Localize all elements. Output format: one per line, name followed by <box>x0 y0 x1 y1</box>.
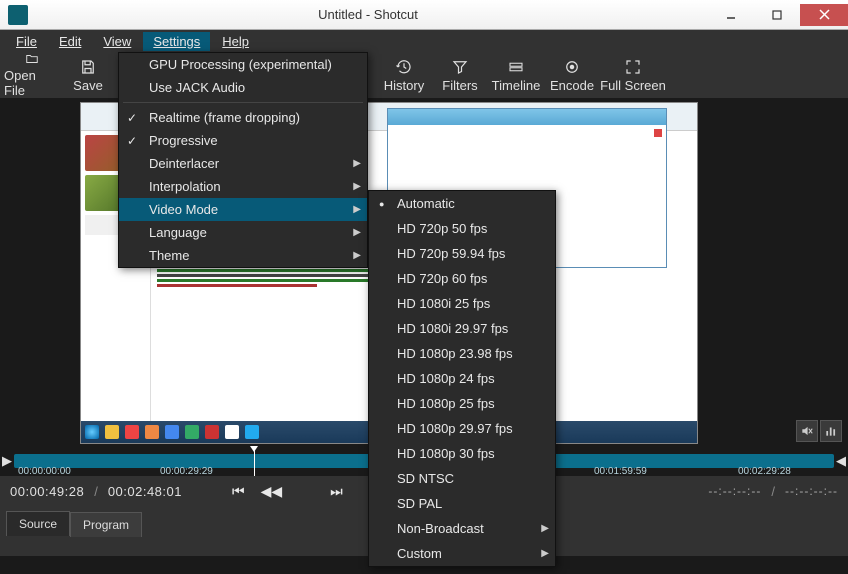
menu-bar: File Edit View Settings Help <box>0 30 848 52</box>
timecode-1: 00:00:29:29 <box>160 466 213 477</box>
tab-source[interactable]: Source <box>6 511 70 536</box>
vm-hd1080p2398[interactable]: HD 1080p 23.98 fps <box>369 341 555 366</box>
menu-file[interactable]: File <box>6 32 47 51</box>
minimize-button[interactable] <box>708 4 754 26</box>
vm-sdpal[interactable]: SD PAL <box>369 491 555 516</box>
levels-button[interactable] <box>820 420 842 442</box>
submenu-arrow-icon: ▶ <box>541 523 549 534</box>
menu-jack-audio[interactable]: Use JACK Audio <box>119 76 367 99</box>
submenu-arrow-icon: ▶ <box>541 548 549 559</box>
video-mode-submenu: ●Automatic HD 720p 50 fps HD 720p 59.94 … <box>368 190 556 567</box>
vm-hd1080p30[interactable]: HD 1080p 30 fps <box>369 441 555 466</box>
timecode-3: 00:02:29:28 <box>738 466 791 477</box>
title-bar: Untitled - Shotcut <box>0 0 848 30</box>
tab-program[interactable]: Program <box>70 512 142 537</box>
vm-sdntsc[interactable]: SD NTSC <box>369 466 555 491</box>
skip-end-button[interactable]: ⏭ <box>330 483 343 500</box>
timecode-2: 00:01:59:59 <box>594 466 647 477</box>
vm-hd1080p2997[interactable]: HD 1080p 29.97 fps <box>369 416 555 441</box>
submenu-arrow-icon: ▶ <box>353 250 361 261</box>
maximize-button[interactable] <box>754 4 800 26</box>
check-icon: ✓ <box>127 111 137 125</box>
menu-help[interactable]: Help <box>212 32 259 51</box>
vm-hd1080i2997[interactable]: HD 1080i 29.97 fps <box>369 316 555 341</box>
current-time: 00:00:49:28 <box>10 484 84 499</box>
time-separator: / <box>94 484 98 499</box>
history-button[interactable]: History <box>376 52 432 98</box>
mute-button[interactable] <box>796 420 818 442</box>
close-button[interactable] <box>800 4 848 26</box>
rewind-button[interactable]: ◀◀ <box>261 483 283 500</box>
submenu-arrow-icon: ▶ <box>353 158 361 169</box>
app-icon <box>8 5 28 25</box>
filters-label: Filters <box>442 78 477 93</box>
menu-theme[interactable]: Theme▶ <box>119 244 367 267</box>
timeline-scroll-left[interactable]: ▶ <box>2 452 12 470</box>
menu-settings[interactable]: Settings <box>143 32 210 51</box>
menu-view[interactable]: View <box>93 32 141 51</box>
menu-interpolation[interactable]: Interpolation▶ <box>119 175 367 198</box>
save-button[interactable]: Save <box>60 52 116 98</box>
submenu-arrow-icon: ▶ <box>353 227 361 238</box>
full-screen-button[interactable]: Full Screen <box>600 52 666 98</box>
submenu-arrow-icon: ▶ <box>353 181 361 192</box>
skip-start-button[interactable]: ⏮ <box>232 483 245 500</box>
timeline-scroll-right[interactable]: ◀ <box>836 452 846 470</box>
vm-automatic[interactable]: ●Automatic <box>369 191 555 216</box>
total-time: 00:02:48:01 <box>108 484 182 499</box>
menu-progressive[interactable]: ✓Progressive <box>119 129 367 152</box>
encode-label: Encode <box>550 78 594 93</box>
timeline-label: Timeline <box>492 78 541 93</box>
open-file-button[interactable]: Open File <box>4 52 60 98</box>
radio-selected-icon: ● <box>379 199 384 209</box>
window-controls <box>708 4 848 26</box>
encode-button[interactable]: Encode <box>544 52 600 98</box>
timeline-button[interactable]: Timeline <box>488 52 544 98</box>
viewport-controls <box>796 420 842 442</box>
check-icon: ✓ <box>127 134 137 148</box>
playback-controls: ⏮ ◀◀ ⏭ <box>232 483 343 500</box>
menu-gpu-processing[interactable]: GPU Processing (experimental) <box>119 53 367 76</box>
save-label: Save <box>73 78 103 93</box>
vm-hd720p60[interactable]: HD 720p 60 fps <box>369 266 555 291</box>
menu-edit[interactable]: Edit <box>49 32 91 51</box>
vm-hd1080p24[interactable]: HD 1080p 24 fps <box>369 366 555 391</box>
vm-hd720p5994[interactable]: HD 720p 59.94 fps <box>369 241 555 266</box>
window-title: Untitled - Shotcut <box>28 7 708 22</box>
out-point: --:--:--:-- <box>785 484 838 498</box>
settings-menu: GPU Processing (experimental) Use JACK A… <box>118 52 368 268</box>
submenu-arrow-icon: ▶ <box>353 204 361 215</box>
filters-button[interactable]: Filters <box>432 52 488 98</box>
vm-hd1080i25[interactable]: HD 1080i 25 fps <box>369 291 555 316</box>
vm-nonbroadcast[interactable]: Non-Broadcast▶ <box>369 516 555 541</box>
history-label: History <box>384 78 424 93</box>
timecode-0: 00:00:00:00 <box>18 466 71 477</box>
menu-language[interactable]: Language▶ <box>119 221 367 244</box>
vm-custom[interactable]: Custom▶ <box>369 541 555 566</box>
playhead[interactable] <box>254 448 255 476</box>
open-file-label: Open File <box>4 68 60 98</box>
vm-hd1080p25[interactable]: HD 1080p 25 fps <box>369 391 555 416</box>
menu-deinterlacer[interactable]: Deinterlacer▶ <box>119 152 367 175</box>
menu-video-mode[interactable]: Video Mode▶ <box>119 198 367 221</box>
vm-hd720p50[interactable]: HD 720p 50 fps <box>369 216 555 241</box>
menu-realtime[interactable]: ✓Realtime (frame dropping) <box>119 106 367 129</box>
full-screen-label: Full Screen <box>600 78 666 93</box>
in-point: --:--:--:-- <box>708 484 761 498</box>
